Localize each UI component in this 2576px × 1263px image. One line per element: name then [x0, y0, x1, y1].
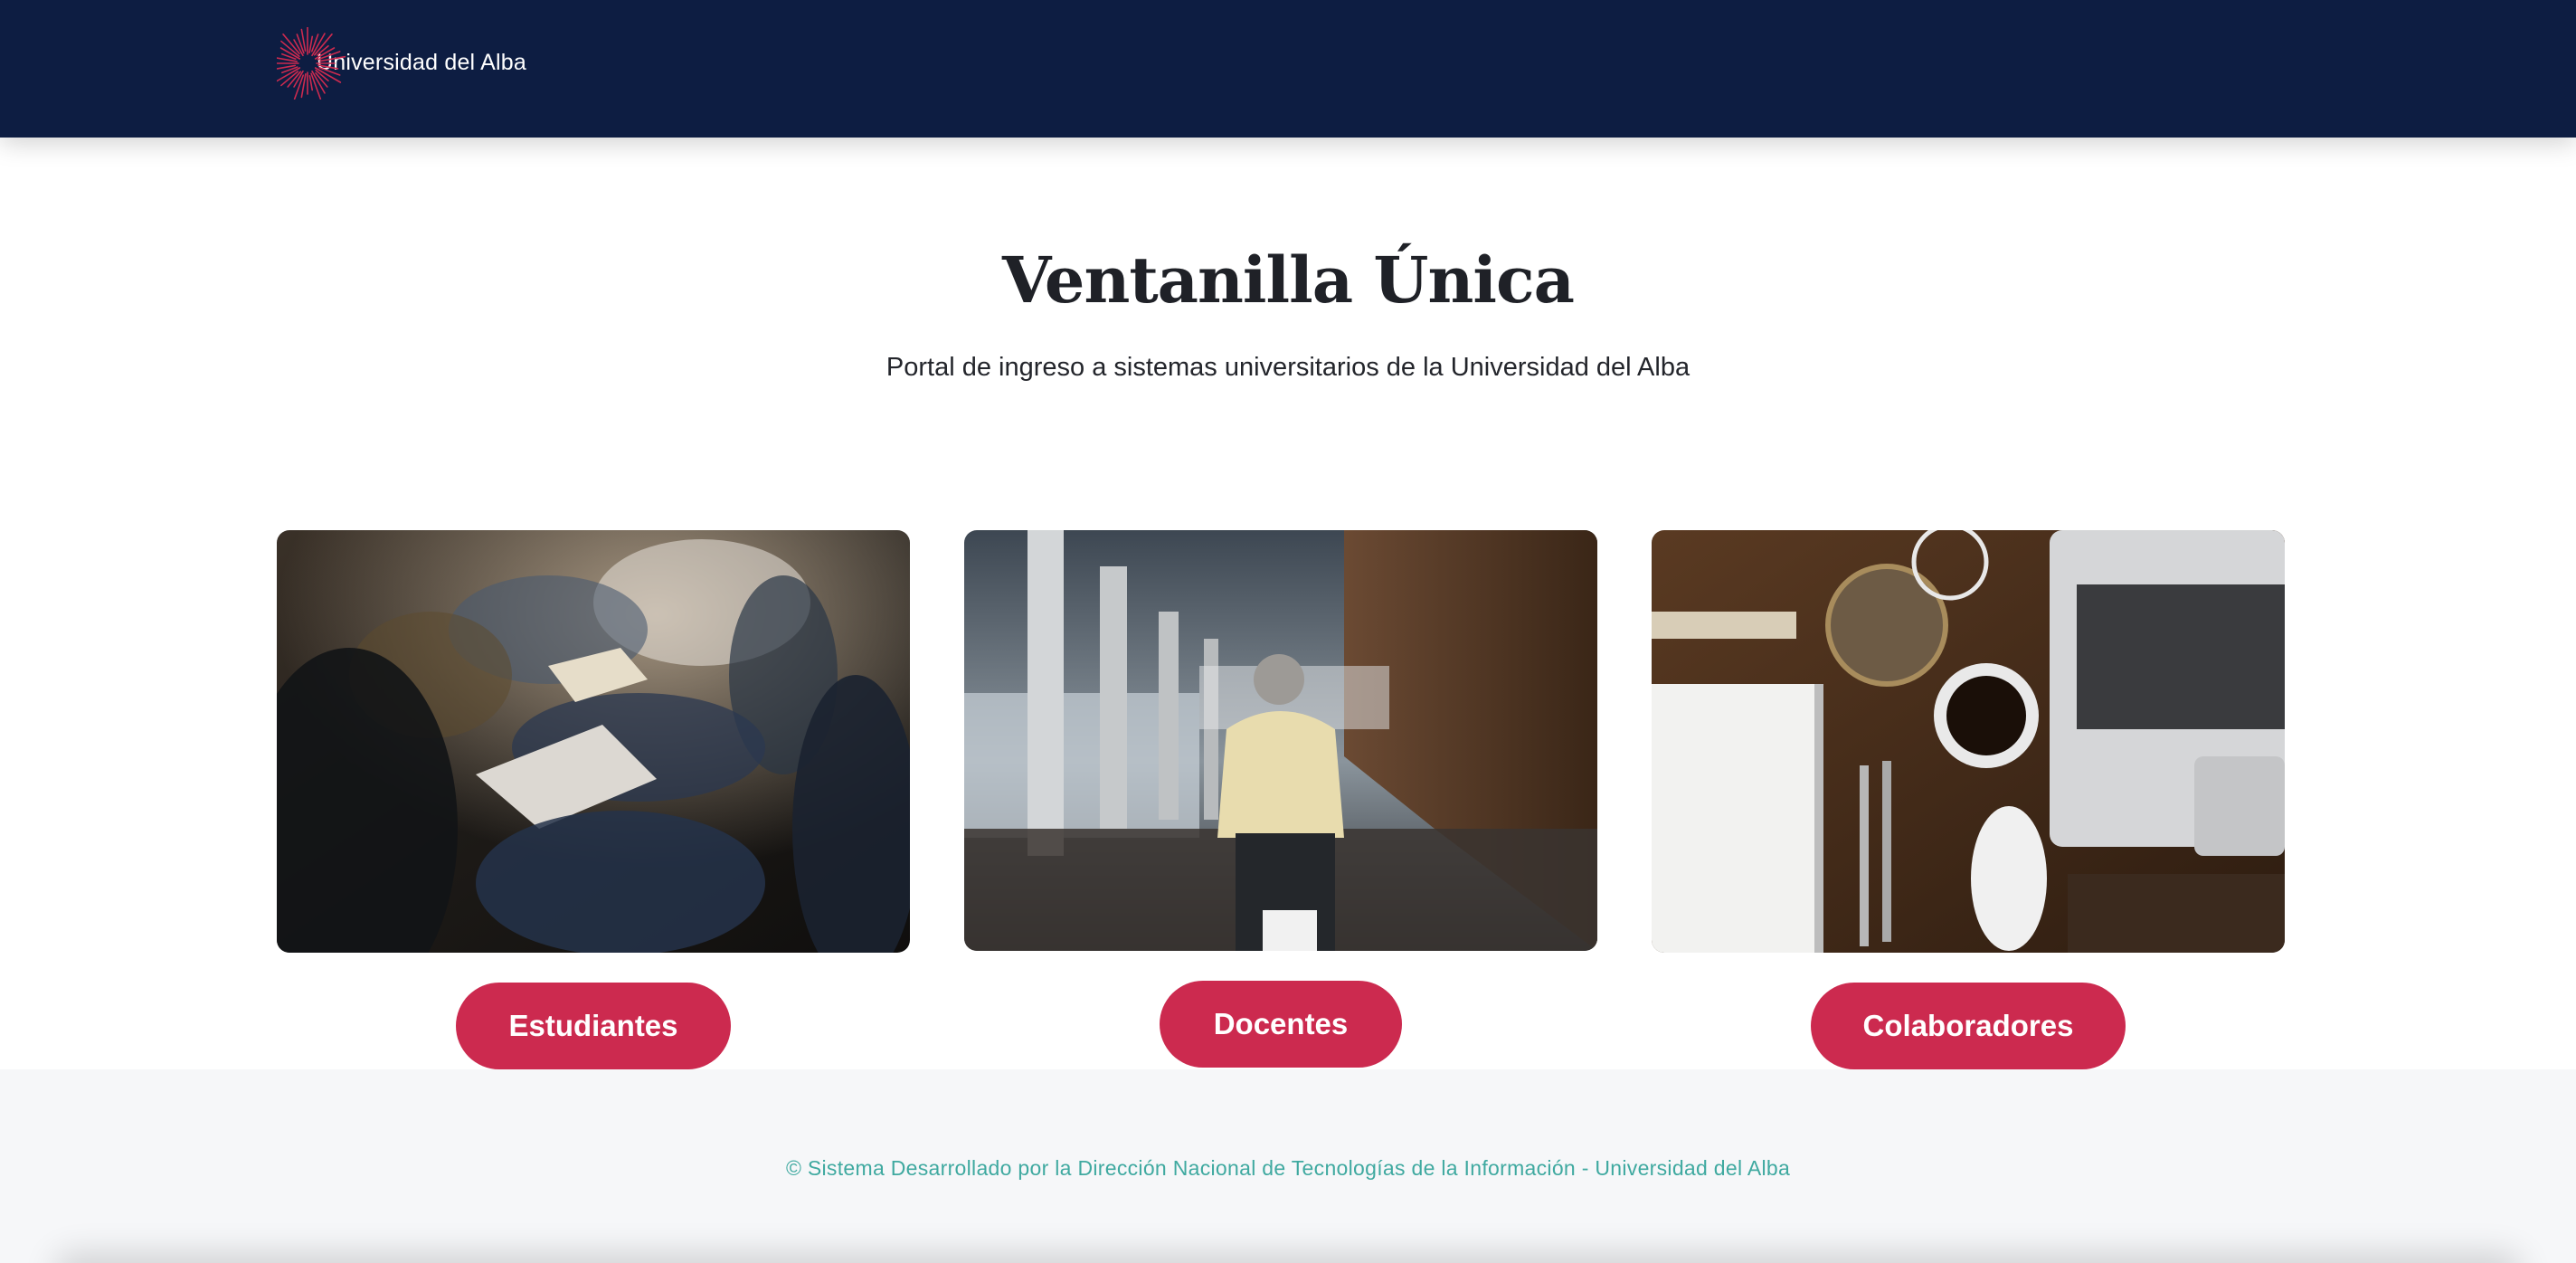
estudiantes-button[interactable]: Estudiantes: [456, 983, 731, 1069]
page-subtitle: Portal de ingreso a sistemas universitar…: [886, 353, 1690, 382]
page-title: Ventanilla Única: [1002, 242, 1575, 318]
card-colaboradores: Colaboradores: [1652, 530, 2285, 1069]
brand-home-link[interactable]: Universidad del Alba: [277, 27, 526, 100]
footer-credits: © Sistema Desarrollado por la Dirección …: [785, 1156, 1791, 1180]
docentes-button[interactable]: Docentes: [1160, 981, 1402, 1068]
students-classroom-photo: [277, 530, 910, 953]
university-sunburst-logo-icon: [277, 27, 349, 100]
colaboradores-button[interactable]: Colaboradores: [1811, 983, 2126, 1069]
footer: © Sistema Desarrollado por la Dirección …: [0, 1069, 2576, 1263]
card-docentes: Docentes: [964, 530, 1597, 1068]
teacher-hallway-photo: [964, 530, 1597, 951]
page: Universidad del Alba Ventanilla Única Po…: [0, 0, 2576, 1263]
card-estudiantes: Estudiantes: [277, 530, 910, 1069]
top-navbar: Universidad del Alba: [0, 0, 2576, 138]
desk-workspace-photo: [1652, 530, 2285, 953]
